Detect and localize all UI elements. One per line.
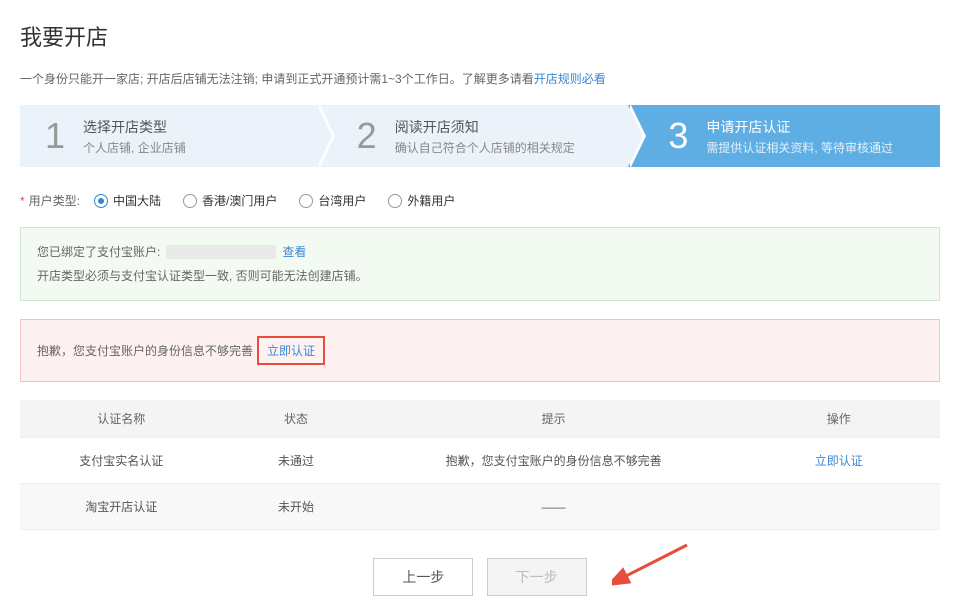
cell-cert-name: 支付宝实名认证 [20, 438, 222, 484]
table-row: 淘宝开店认证 未开始 —— [20, 484, 940, 530]
error-banner: 抱歉，您支付宝账户的身份信息不够完善 立即认证 [20, 319, 940, 382]
radio-icon [388, 194, 402, 208]
step-3: 3 申请开店认证 需提供认证相关资料, 等待审核通过 [628, 105, 940, 167]
user-type-foreign[interactable]: 外籍用户 [388, 192, 455, 209]
step-indicator: 1 选择开店类型 个人店铺, 企业店铺 2 阅读开店须知 确认自己符合个人店铺的… [20, 105, 940, 167]
rules-link[interactable]: 开店规则必看 [534, 72, 606, 86]
page-title: 我要开店 [20, 20, 940, 52]
masked-account [166, 245, 276, 259]
user-type-mainland[interactable]: 中国大陆 [94, 192, 161, 209]
step-desc: 确认自己符合个人店铺的相关规定 [395, 139, 575, 156]
required-asterisk: * [20, 194, 25, 208]
step-title: 阅读开店须知 [395, 117, 575, 137]
cell-action-link[interactable]: 立即认证 [815, 454, 863, 468]
cert-table: 认证名称 状态 提示 操作 支付宝实名认证 未通过 抱歉，您支付宝账户的身份信息… [20, 400, 940, 530]
step-desc: 需提供认证相关资料, 等待审核通过 [706, 139, 893, 156]
step-number: 2 [357, 115, 377, 157]
radio-label: 台湾用户 [318, 192, 366, 209]
annotation-arrow-icon [612, 540, 692, 590]
subtitle-text: 一个身份只能开一家店; 开店后店铺无法注销; 申请到正式开通预计需1~3个工作日… [20, 72, 534, 86]
radio-label: 外籍用户 [407, 192, 455, 209]
view-account-link[interactable]: 查看 [282, 240, 306, 264]
radio-icon [94, 194, 108, 208]
step-title: 选择开店类型 [83, 117, 186, 137]
cell-hint: 抱歉，您支付宝账户的身份信息不够完善 [370, 438, 738, 484]
cell-status: 未通过 [222, 438, 369, 484]
alipay-bound-info: 您已绑定了支付宝账户: 查看 开店类型必须与支付宝认证类型一致, 否则可能无法创… [20, 227, 940, 301]
step-2: 2 阅读开店须知 确认自己符合个人店铺的相关规定 [317, 105, 629, 167]
radio-icon [299, 194, 313, 208]
col-hint: 提示 [370, 400, 738, 438]
table-row: 支付宝实名认证 未通过 抱歉，您支付宝账户的身份信息不够完善 立即认证 [20, 438, 940, 484]
col-action: 操作 [738, 400, 940, 438]
button-row: 上一步 下一步 [20, 558, 940, 596]
next-button: 下一步 [487, 558, 587, 596]
verify-now-link[interactable]: 立即认证 [257, 336, 325, 365]
error-text: 抱歉，您支付宝账户的身份信息不够完善 [37, 342, 253, 359]
user-type-taiwan[interactable]: 台湾用户 [299, 192, 366, 209]
cell-cert-name: 淘宝开店认证 [20, 484, 222, 530]
user-type-row: * 用户类型: 中国大陆 香港/澳门用户 台湾用户 外籍用户 [20, 192, 940, 209]
step-desc: 个人店铺, 企业店铺 [83, 139, 186, 156]
col-name: 认证名称 [20, 400, 222, 438]
prev-button[interactable]: 上一步 [373, 558, 473, 596]
step-number: 1 [45, 115, 65, 157]
cell-action [738, 484, 940, 530]
step-title: 申请开店认证 [706, 117, 893, 137]
subtitle: 一个身份只能开一家店; 开店后店铺无法注销; 申请到正式开通预计需1~3个工作日… [20, 70, 940, 87]
bound-prefix: 您已绑定了支付宝账户: [37, 240, 160, 264]
user-type-hk-macau[interactable]: 香港/澳门用户 [183, 192, 277, 209]
bound-line2: 开店类型必须与支付宝认证类型一致, 否则可能无法创建店铺。 [37, 264, 923, 288]
radio-label: 中国大陆 [113, 192, 161, 209]
step-1: 1 选择开店类型 个人店铺, 企业店铺 [20, 105, 317, 167]
radio-icon [183, 194, 197, 208]
cell-hint: —— [370, 484, 738, 530]
user-type-label: 用户类型: [29, 192, 80, 209]
step-number: 3 [668, 115, 688, 157]
radio-label: 香港/澳门用户 [202, 192, 277, 209]
cell-status: 未开始 [222, 484, 369, 530]
col-status: 状态 [222, 400, 369, 438]
